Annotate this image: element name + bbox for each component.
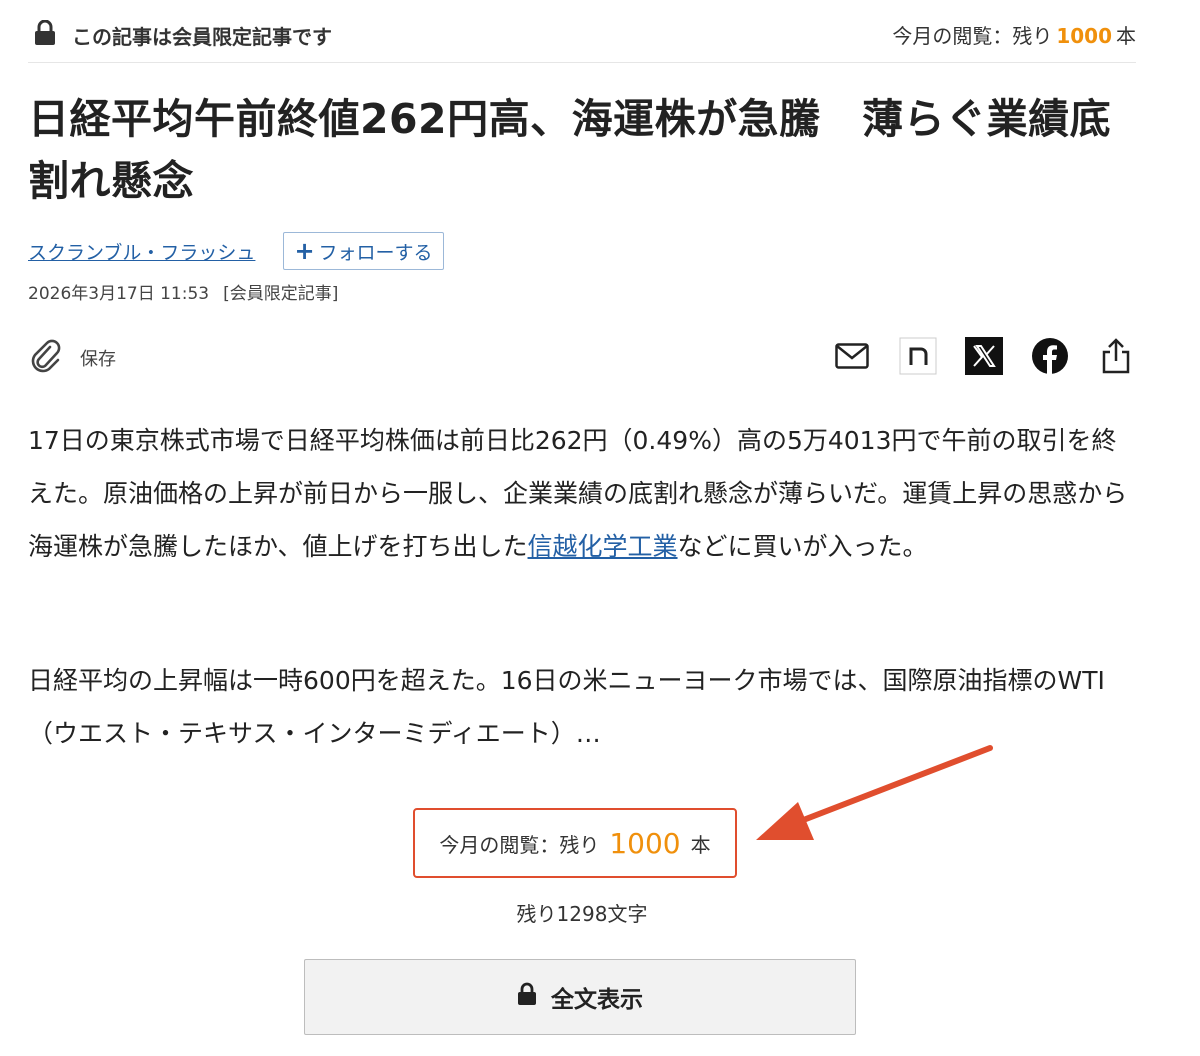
share-icon[interactable] [1096,336,1136,376]
top-bar: この記事は会員限定記事です 今月の閲覧：残り 1000 本 [28,0,1136,63]
quota-box-count: 1000 [609,826,681,860]
follow-button[interactable]: + フォローする [283,232,444,270]
save-label: 保存 [80,349,116,370]
date-row: 2026年3月17日 11:53 [会員限定記事] [28,279,338,304]
quota-box-prefix: 今月の閲覧：残り [439,832,600,857]
follow-label: フォローする [318,241,433,264]
publish-date: 2026年3月17日 11:53 [28,284,210,304]
quota-box-suffix: 本 [690,832,711,857]
save-button[interactable]: 保存 [28,338,116,378]
company-link[interactable]: 信越化学工業 [528,532,678,561]
members-only-label: この記事は会員限定記事です [72,24,332,49]
remaining-chars: 残り1298文字 [516,902,648,926]
series-row: スクランブル・フラッシュ + フォローする [28,232,444,270]
series-link[interactable]: スクランブル・フラッシュ [28,238,255,265]
monthly-quota-box: 今月の閲覧：残り 1000 本 [413,808,737,878]
article-title: 日経平均午前終値262円高、海運株が急騰 薄らぐ業績底割れ懸念 [28,95,1112,205]
lock-icon [517,982,537,1012]
show-full-text-button[interactable]: 全文表示 [304,959,856,1035]
lock-icon [34,19,56,50]
article-page: この記事は会員限定記事です 今月の閲覧：残り 1000 本 日経平均午前終値262円… [28,0,1136,1056]
full-text-label: 全文表示 [551,987,643,1013]
p1-text-end: などに買いが入った。 [677,532,928,561]
quota-suffix: 本 [1116,24,1136,48]
plus-icon: + [294,237,315,265]
paragraph-1: 17日の東京株式市場で日経平均株価は前日比262円（0.49%）高の5万4013… [28,414,1136,573]
share-buttons [832,336,1136,376]
note-icon[interactable] [898,336,938,376]
monthly-quota-top: 今月の閲覧：残り 1000 本 [892,20,1136,49]
x-icon[interactable] [964,336,1004,376]
mail-icon[interactable] [832,336,872,376]
paperclip-icon [28,338,64,378]
members-tag: [会員限定記事] [223,284,339,304]
quota-count: 1000 [1056,24,1112,48]
facebook-icon[interactable] [1030,336,1070,376]
annotation-arrow [756,745,993,840]
members-only-notice: この記事は会員限定記事です [34,19,332,50]
quota-prefix: 今月の閲覧：残り [892,24,1053,48]
